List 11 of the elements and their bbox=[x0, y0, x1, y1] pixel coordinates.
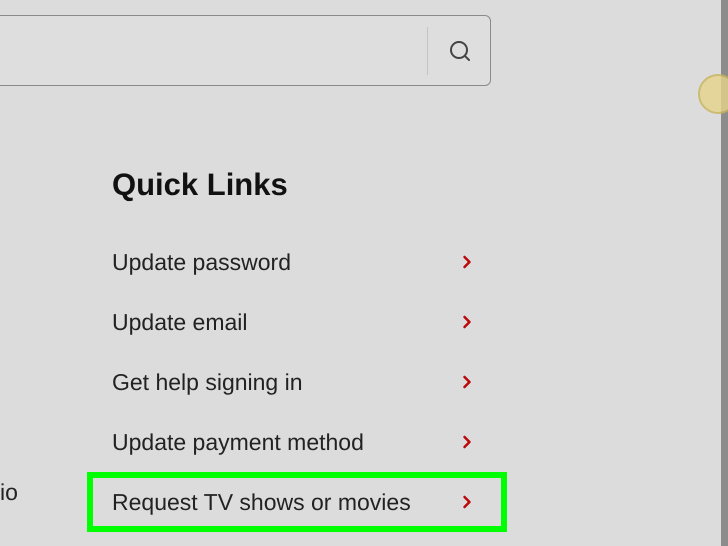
search-field[interactable] bbox=[0, 15, 491, 86]
quick-link[interactable]: Update password bbox=[87, 232, 507, 292]
quick-link[interactable]: Get help signing in bbox=[87, 352, 507, 412]
scrollbar[interactable] bbox=[721, 0, 728, 546]
section-heading: Quick Links bbox=[112, 166, 289, 204]
quick-link[interactable]: Request TV shows or movies bbox=[87, 472, 507, 532]
sidebar-text: io bbox=[0, 478, 19, 506]
quick-link[interactable]: Update email bbox=[87, 292, 507, 352]
quick-link[interactable]: Update payment method bbox=[87, 412, 507, 472]
search-icon[interactable] bbox=[448, 38, 472, 62]
cursor-highlight bbox=[698, 74, 728, 114]
